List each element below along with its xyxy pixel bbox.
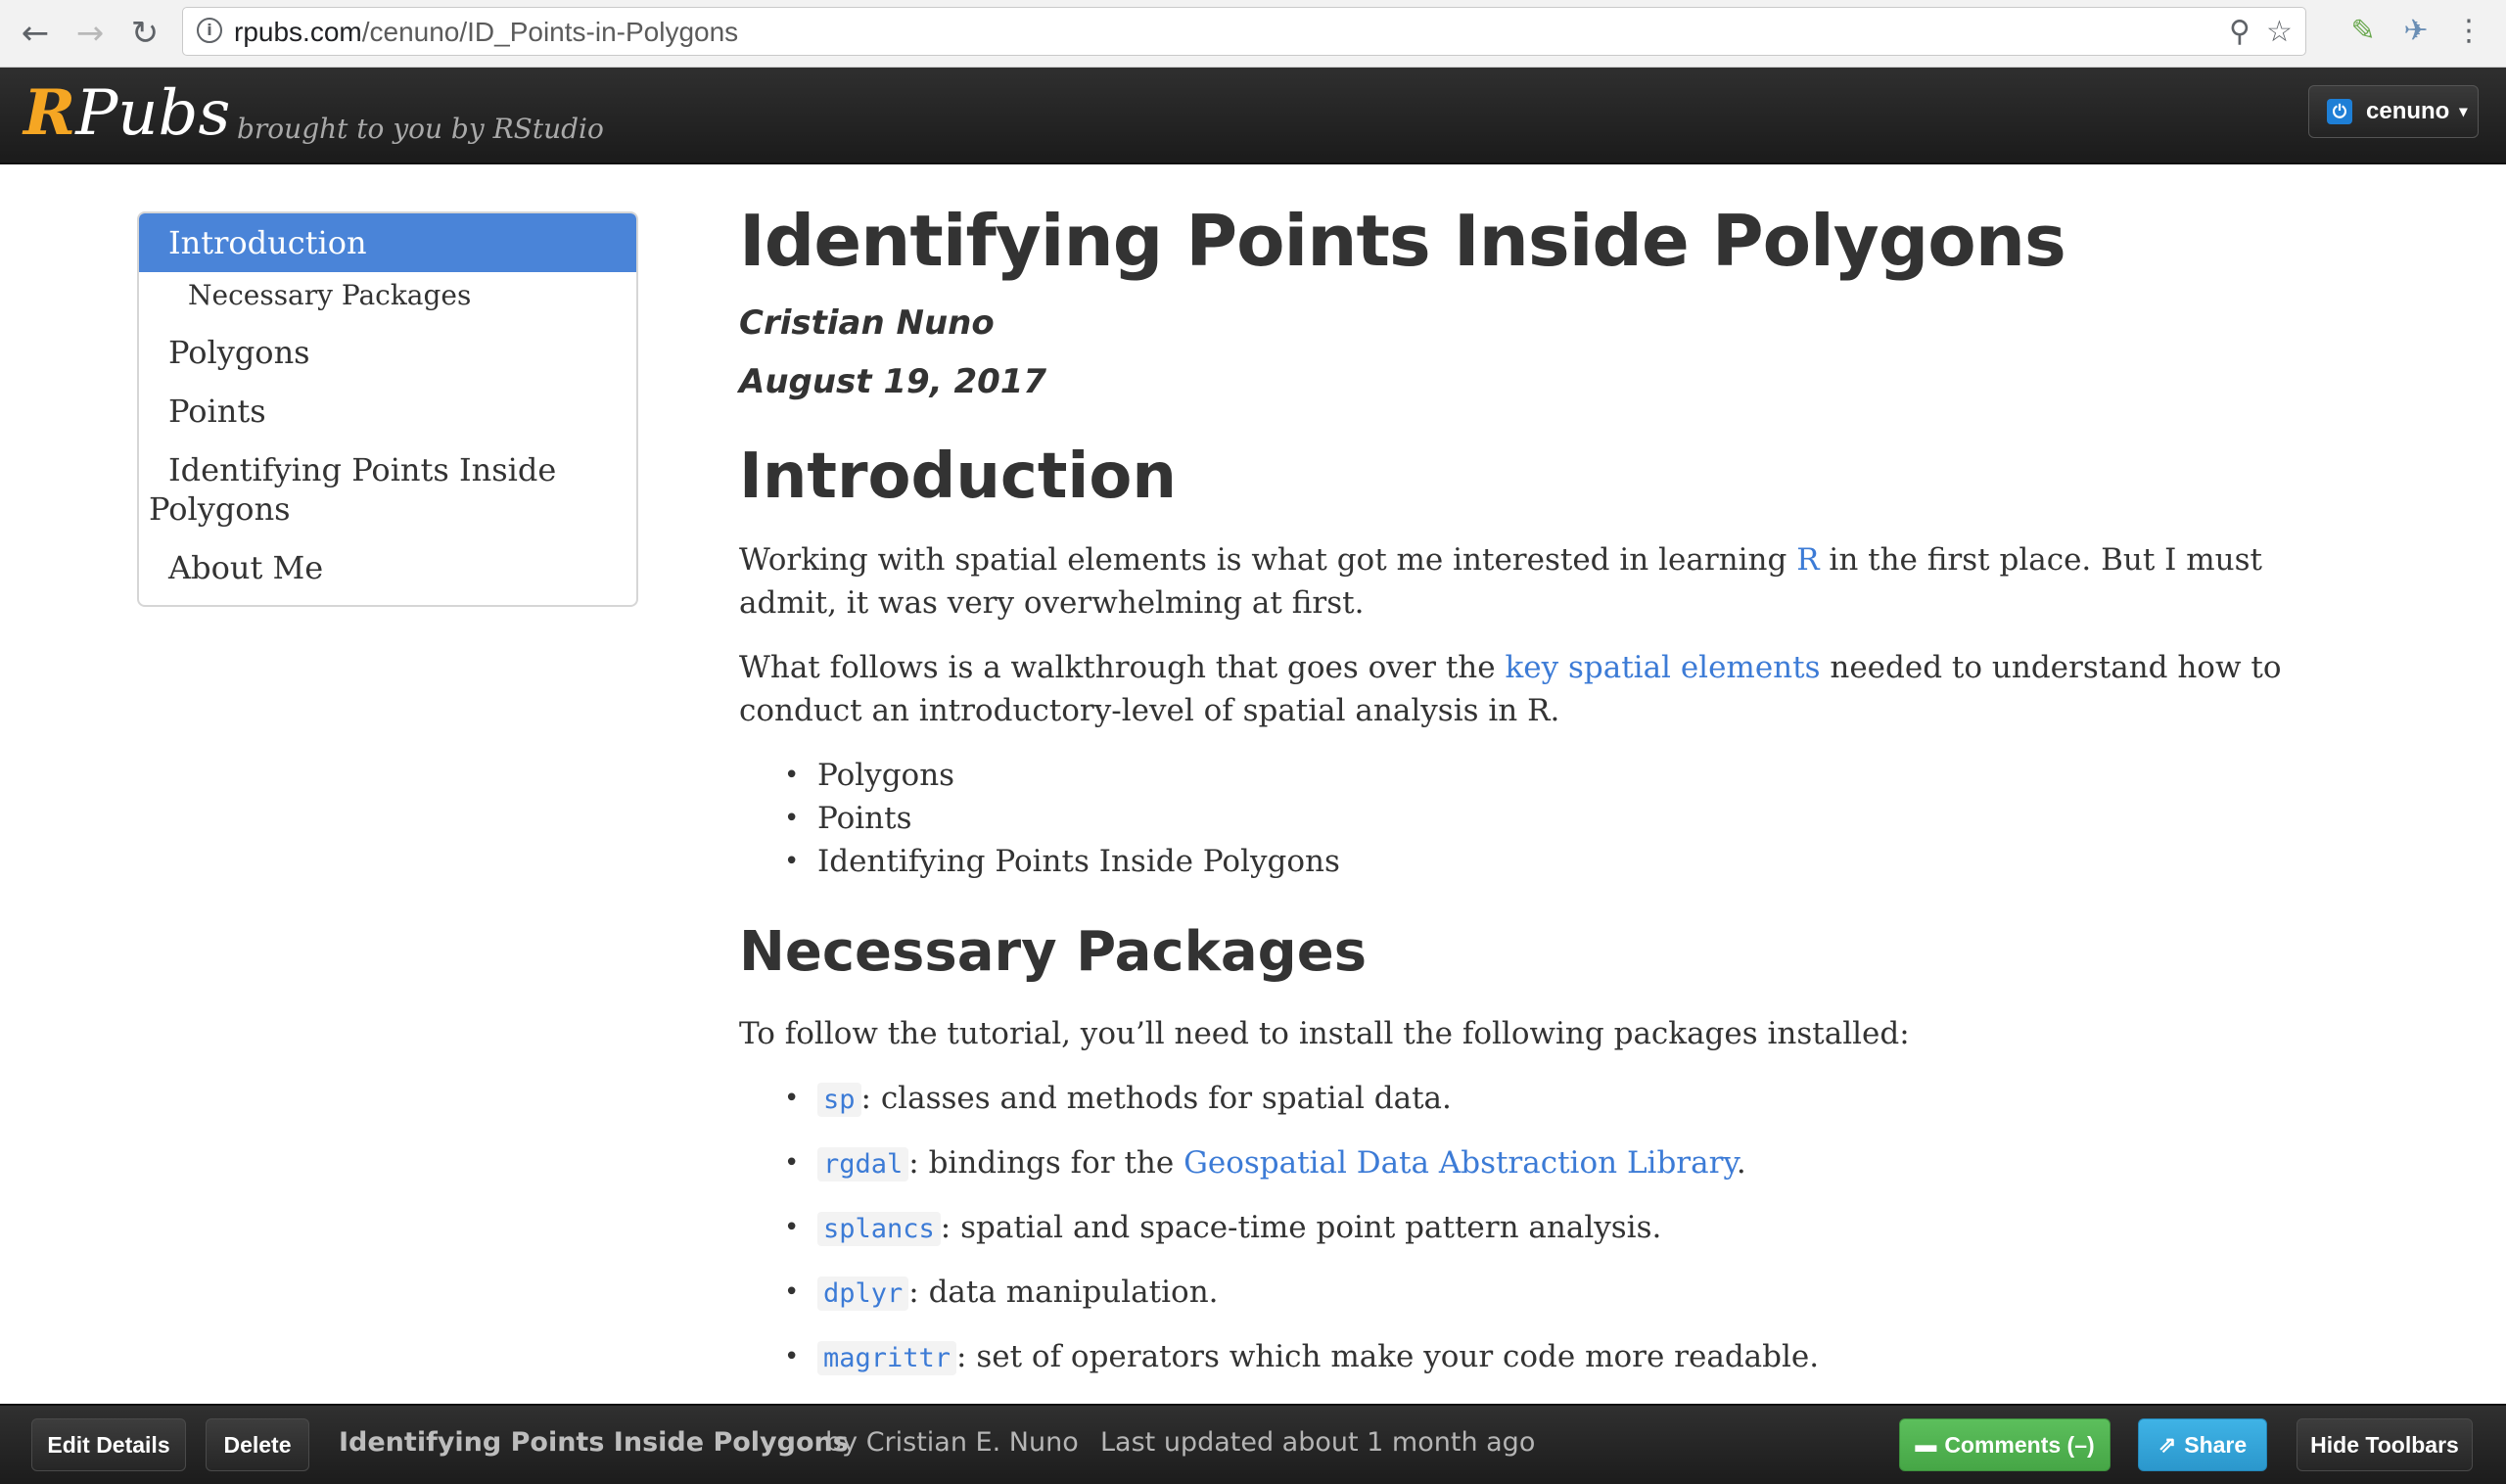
share-label: Share xyxy=(2184,1431,2248,1458)
url-text[interactable]: rpubs.com/cenuno/ID_Points-in-Polygons xyxy=(234,17,738,48)
table-of-contents: Introduction Necessary Packages Polygons… xyxy=(137,211,638,607)
intro-p2-before: What follows is a walkthrough that goes … xyxy=(739,650,1506,685)
page-title: Identifying Points Inside Polygons xyxy=(739,200,2066,282)
comment-icon: ▬ xyxy=(1915,1432,1937,1457)
toc-item-points[interactable]: Points xyxy=(139,392,636,431)
browser-toolbar: ← → ↻ i rpubs.com/cenuno/ID_Points-in-Po… xyxy=(0,0,2506,68)
reload-icon[interactable]: ↻ xyxy=(121,10,168,57)
toc-item-about-me[interactable]: About Me xyxy=(139,548,636,587)
logo-r: R xyxy=(23,76,76,150)
key-spatial-elements-link[interactable]: key spatial elements xyxy=(1505,650,1820,685)
extension-pencil-icon[interactable]: ✎ xyxy=(2344,12,2383,51)
hide-toolbars-button[interactable]: Hide Toolbars xyxy=(2297,1418,2473,1471)
back-icon[interactable]: ← xyxy=(12,10,59,57)
list-item-text: Polygons xyxy=(817,758,955,793)
rpubs-logo[interactable]: RPubs xyxy=(23,76,231,150)
list-item-text: Points xyxy=(817,801,912,836)
bullet-icon: • xyxy=(784,1342,800,1371)
intro-p1-before: Working with spatial elements is what go… xyxy=(739,542,1797,578)
url-path: /cenuno/ID_Points-in-Polygons xyxy=(361,17,739,47)
package-desc: : data manipulation. xyxy=(908,1275,1219,1310)
url-host: rpubs.com xyxy=(234,17,362,47)
package-desc: : classes and methods for spatial data. xyxy=(860,1081,1452,1116)
author: Cristian Nuno xyxy=(739,303,995,343)
packages-intro: To follow the tutorial, you’ll need to i… xyxy=(739,1016,1910,1051)
comments-button[interactable]: ▬ Comments (–) xyxy=(1899,1418,2111,1471)
toolbar-byline: by Cristian E. Nuno xyxy=(825,1427,1079,1458)
r-link[interactable]: R xyxy=(1796,542,1819,578)
tagline: brought to you by RStudio xyxy=(237,113,604,145)
browser-menu-icon[interactable]: ⋮ xyxy=(2449,12,2488,51)
package-desc-after: . xyxy=(1736,1145,1746,1181)
caret-down-icon: ▾ xyxy=(2459,104,2468,120)
intro-paragraph-2: What follows is a walkthrough that goes … xyxy=(739,646,2305,732)
package-code: splancs xyxy=(817,1212,941,1246)
pin-icon[interactable]: ⚲ xyxy=(2229,15,2251,49)
bullet-icon: • xyxy=(784,1213,800,1242)
address-bar[interactable]: i rpubs.com/cenuno/ID_Points-in-Polygons… xyxy=(182,7,2306,56)
toolbar-doc-title: Identifying Points Inside Polygons xyxy=(339,1427,849,1458)
bullet-icon: • xyxy=(784,1084,800,1113)
intro-paragraph-1: Working with spatial elements is what go… xyxy=(739,538,2305,625)
bullet-icon: • xyxy=(784,1148,800,1178)
user-menu-button[interactable]: ⏻ cenuno ▾ xyxy=(2308,85,2479,138)
toc-item-identifying-points[interactable]: Identifying Points Inside xyxy=(139,450,636,489)
share-icon: ⇗ xyxy=(2158,1432,2177,1457)
extension-satellite-icon[interactable]: ✈ xyxy=(2396,12,2436,51)
logo-pubs: Pubs xyxy=(75,77,231,150)
forward-icon[interactable]: → xyxy=(67,10,114,57)
package-code: sp xyxy=(817,1083,861,1117)
site-header: RPubs brought to you by RStudio ⏻ cenuno… xyxy=(0,68,2506,164)
bullet-icon: • xyxy=(784,804,800,833)
toolbar-updated: Last updated about 1 month ago xyxy=(1100,1427,1536,1458)
info-icon[interactable]: i xyxy=(197,18,222,43)
bottom-toolbar: Edit Details Delete Identifying Points I… xyxy=(0,1404,2506,1484)
bookmark-star-icon[interactable]: ☆ xyxy=(2266,15,2293,49)
bullet-icon: • xyxy=(784,847,800,876)
toc-item-polygons[interactable]: Polygons xyxy=(139,333,636,372)
date: August 19, 2017 xyxy=(739,362,1047,401)
introduction-heading: Introduction xyxy=(739,441,1177,513)
comments-label: Comments (–) xyxy=(1944,1431,2095,1458)
delete-button[interactable]: Delete xyxy=(206,1418,309,1471)
package-code: magrittr xyxy=(817,1341,957,1375)
package-desc: : bindings for the xyxy=(908,1145,1184,1181)
power-icon: ⏻ xyxy=(2327,99,2352,124)
package-code: dplyr xyxy=(817,1276,909,1311)
toc-item-necessary-packages[interactable]: Necessary Packages xyxy=(139,276,636,315)
package-desc: : set of operators which make your code … xyxy=(956,1339,1820,1374)
bullet-icon: • xyxy=(784,1277,800,1307)
gdal-link[interactable]: Geospatial Data Abstraction Library xyxy=(1183,1145,1737,1181)
package-code: rgdal xyxy=(817,1147,909,1182)
list-item-text: Identifying Points Inside Polygons xyxy=(817,844,1340,879)
bullet-icon: • xyxy=(784,761,800,790)
necessary-packages-heading: Necessary Packages xyxy=(739,920,1368,984)
user-name: cenuno xyxy=(2366,98,2450,124)
package-desc: : spatial and space-time point pattern a… xyxy=(940,1210,1662,1245)
toc-item-introduction[interactable]: Introduction xyxy=(139,213,636,272)
edit-details-button[interactable]: Edit Details xyxy=(31,1418,186,1471)
share-button[interactable]: ⇗ Share xyxy=(2138,1418,2267,1471)
toc-item-identifying-points-cont[interactable]: Polygons xyxy=(139,489,636,529)
